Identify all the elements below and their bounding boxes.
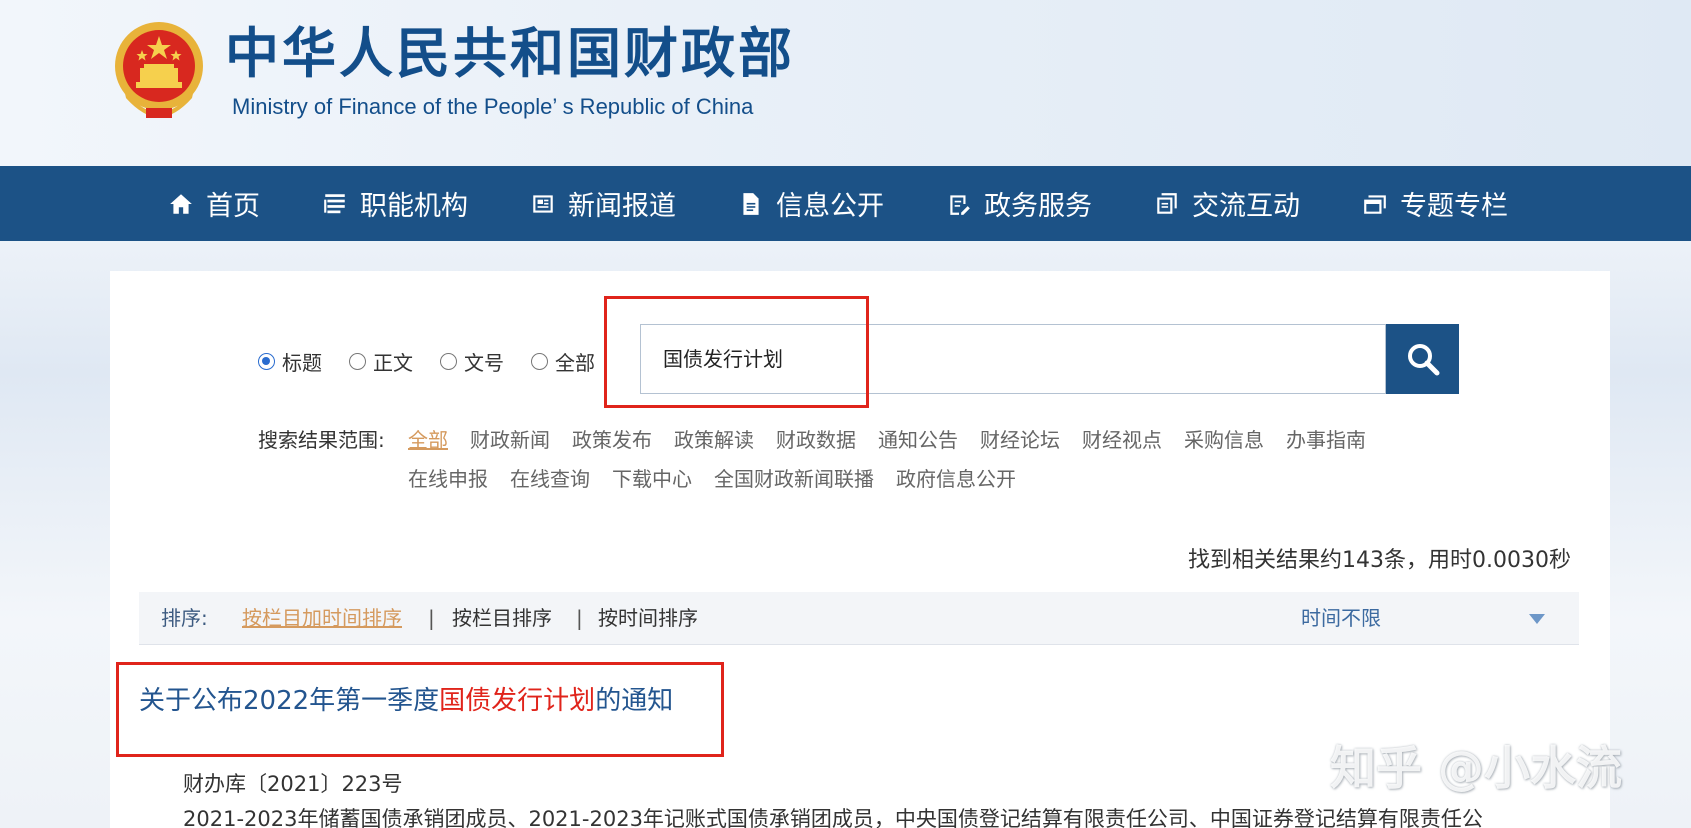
nav-item-news[interactable]: 新闻报道 (530, 184, 676, 223)
nav-item-label: 新闻报道 (568, 191, 676, 222)
nav-item-interaction[interactable]: 交流互动 (1154, 184, 1300, 223)
radio-button[interactable] (258, 353, 275, 370)
nav-item-label: 信息公开 (776, 191, 884, 222)
scope-link[interactable]: 财政数据 (776, 424, 856, 453)
scope-link[interactable]: 政策发布 (572, 424, 652, 453)
search-button[interactable] (1386, 324, 1459, 394)
scope-link[interactable]: 政府信息公开 (896, 463, 1016, 492)
site-header: 中华人民共和国财政部 Ministry of Finance of the Pe… (0, 0, 1691, 166)
radio-title[interactable]: 标题 (258, 347, 322, 376)
chevron-down-icon[interactable] (1529, 614, 1545, 624)
scope-link[interactable]: 通知公告 (878, 424, 958, 453)
site-subtitle: Ministry of Finance of the People’ s Rep… (232, 94, 754, 119)
nav-item-label: 职能机构 (360, 191, 468, 222)
scope-link[interactable]: 下载中心 (612, 463, 692, 492)
scope-link[interactable]: 财政新闻 (470, 424, 550, 453)
document-icon (743, 192, 759, 215)
result-snippet: 2021-2023年储蓄国债承销团成员、2021-2023年记账式国债承销团成员… (183, 807, 1483, 828)
scope-link[interactable]: 财经视点 (1082, 424, 1162, 453)
home-icon (170, 193, 192, 214)
radio-body[interactable]: 正文 (349, 347, 413, 376)
nav-item-label: 专题专栏 (1400, 191, 1508, 222)
radio-label: 标题 (282, 351, 322, 375)
sort-separator: | (428, 606, 435, 630)
scope-links-row-1: 全部 财政新闻 政策发布 政策解读 财政数据 通知公告 财经论坛 财经视点 采购… (408, 424, 1388, 453)
result-count: 找到相关结果约143条，用时0.0030秒 (1188, 548, 1571, 573)
scope-links-row-2: 在线申报 在线查询 下载中心 全国财政新闻联播 政府信息公开 (408, 463, 1038, 492)
radio-button[interactable] (531, 353, 548, 370)
radio-label: 全部 (555, 351, 595, 375)
watermark: 知乎 @小水流 (1330, 741, 1623, 795)
sort-by-column[interactable]: 按栏目排序 (452, 592, 552, 645)
nav-item-home[interactable]: 首页 (168, 184, 260, 223)
search-icon (1407, 344, 1439, 376)
scope-link[interactable]: 在线查询 (510, 463, 590, 492)
nav-item-label: 交流互动 (1192, 191, 1300, 222)
list-icon (324, 193, 345, 213)
site-title: 中华人民共和国财政部 (225, 22, 795, 85)
national-emblem-icon (115, 22, 203, 118)
radio-button[interactable] (349, 353, 366, 370)
search-field-options: 标题 正文 文号 全部 (258, 347, 622, 376)
radio-button[interactable] (440, 353, 457, 370)
nav-item-info-disclosure[interactable]: 信息公开 (738, 184, 884, 223)
sort-bar: 排序: 按栏目加时间排序 | 按栏目排序 | 按时间排序 时间不限 (139, 592, 1579, 645)
result-doc-number: 财办库〔2021〕223号 (183, 772, 403, 796)
newspaper-icon (533, 194, 553, 213)
nav-item-special-topics[interactable]: 专题专栏 (1362, 184, 1508, 223)
nav-item-institutions[interactable]: 职能机构 (322, 184, 468, 223)
scope-link[interactable]: 财经论坛 (980, 424, 1060, 453)
clipboard-icon (950, 194, 970, 215)
sort-by-column-time[interactable]: 按栏目加时间排序 (242, 592, 402, 645)
main-nav: 首页 职能机构 新闻报道 信息公开 政务服务 交流互动 专题专栏 (0, 166, 1691, 241)
nav-item-services[interactable]: 政务服务 (946, 184, 1092, 223)
sort-by-time[interactable]: 按时间排序 (598, 592, 698, 645)
sort-separator: | (576, 606, 583, 630)
sort-label: 排序: (161, 606, 208, 630)
radio-all[interactable]: 全部 (531, 347, 595, 376)
scope-link[interactable]: 全国财政新闻联播 (714, 463, 874, 492)
scope-link[interactable]: 采购信息 (1184, 424, 1264, 453)
chat-icon (1157, 192, 1177, 214)
scope-link[interactable]: 全部 (408, 424, 448, 453)
annotation-box-search (604, 296, 869, 408)
window-icon (1364, 194, 1386, 214)
scope-link[interactable]: 在线申报 (408, 463, 488, 492)
radio-label: 文号 (464, 351, 504, 375)
nav-item-label: 政务服务 (984, 191, 1092, 222)
scope-label: 搜索结果范围: (258, 428, 385, 452)
scope-link[interactable]: 办事指南 (1286, 424, 1366, 453)
time-filter-select[interactable]: 时间不限 (1301, 592, 1381, 645)
radio-label: 正文 (373, 351, 413, 375)
annotation-box-result (116, 662, 724, 757)
radio-doc-number[interactable]: 文号 (440, 347, 504, 376)
nav-item-label: 首页 (206, 191, 260, 222)
scope-link[interactable]: 政策解读 (674, 424, 754, 453)
